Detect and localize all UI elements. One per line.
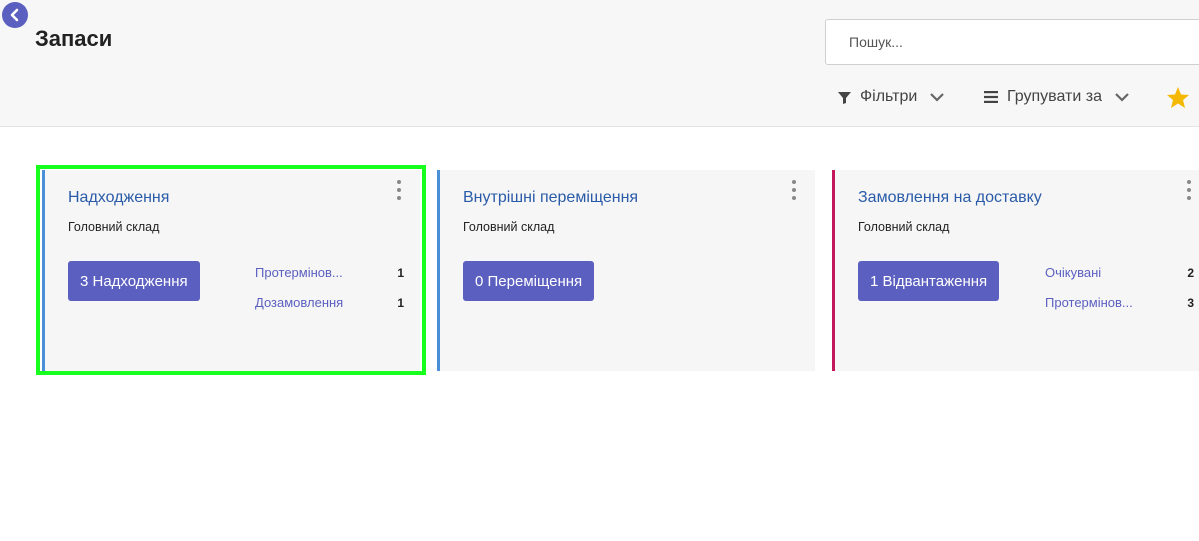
receipts-button[interactable]: 3 Надходження: [68, 261, 200, 301]
stat-backorders-link[interactable]: Дозамовлення: [255, 295, 359, 310]
card-subtitle: Головний склад: [858, 220, 950, 234]
card-menu-icon[interactable]: [1183, 178, 1195, 202]
card-title[interactable]: Внутрішні переміщення: [463, 189, 638, 207]
stat-late-count: 3: [1187, 296, 1194, 310]
chevron-left-icon: [10, 8, 19, 22]
back-button[interactable]: [2, 2, 28, 28]
stat-waiting-count: 2: [1187, 266, 1194, 280]
stat-late-link[interactable]: Протермінов...: [255, 265, 359, 280]
card-subtitle: Головний склад: [463, 220, 555, 234]
control-panel: Запаси Фільтри Групувати за: [0, 0, 1199, 127]
card-color-bar: [832, 170, 835, 371]
stat-backorders-count: 1: [397, 296, 404, 310]
transfers-button[interactable]: 0 Переміщення: [463, 261, 595, 301]
favorites-button[interactable]: [1166, 85, 1190, 109]
operation-card-internal: Внутрішні переміщення Головний склад 0 П…: [437, 170, 815, 371]
group-by-dropdown[interactable]: Групувати за: [983, 85, 1130, 109]
star-icon: [1167, 86, 1189, 108]
card-color-bar: [437, 170, 440, 371]
card-title[interactable]: Надходження: [68, 189, 169, 207]
card-menu-icon[interactable]: [788, 178, 800, 202]
card-menu-icon[interactable]: [393, 178, 405, 202]
filters-label: Фільтри: [860, 88, 918, 105]
page-title: Запаси: [35, 26, 113, 51]
chevron-down-icon: [1114, 92, 1130, 102]
card-subtitle: Головний склад: [68, 220, 160, 234]
card-title[interactable]: Замовлення на доставку: [858, 189, 1042, 207]
operation-card-delivery: Замовлення на доставку Головний склад 1 …: [832, 170, 1199, 371]
filters-dropdown[interactable]: Фільтри: [837, 85, 945, 109]
deliveries-button[interactable]: 1 Відвантаження: [858, 261, 1000, 301]
chevron-down-icon: [929, 92, 945, 102]
filter-icon: [838, 91, 851, 104]
search-input[interactable]: [825, 19, 1199, 65]
card-color-bar: [42, 170, 45, 371]
stat-late-count: 1: [397, 266, 404, 280]
list-icon: [984, 91, 998, 103]
stat-late-link[interactable]: Протермінов...: [1045, 295, 1149, 310]
operation-card-receipts: Надходження Головний склад 3 Надходження…: [42, 170, 420, 371]
stat-waiting-link[interactable]: Очікувані: [1045, 265, 1149, 280]
group-by-label: Групувати за: [1007, 88, 1102, 105]
